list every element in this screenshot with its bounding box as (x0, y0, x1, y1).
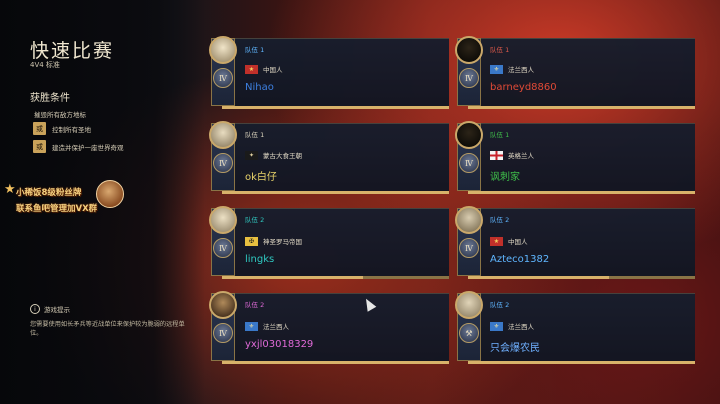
team-label: 队伍 1 (245, 131, 265, 139)
hre-flag-icon: ✠ (245, 236, 258, 246)
or-badge: 或 (33, 140, 46, 153)
civilization-row: ✠ 神圣罗马帝国 (245, 236, 302, 246)
france-flag-icon: ⚜ (490, 321, 503, 331)
civilization-name: 蒙古大食王朝 (263, 152, 302, 160)
civilization-name: 英格兰人 (508, 152, 534, 160)
player-name[interactable]: barneyd8860 (490, 82, 557, 93)
avatar (209, 121, 237, 149)
game-tip-title: 游戏提示 (44, 306, 70, 314)
civilization-name: 中国人 (263, 66, 283, 74)
loading-progress-bar (468, 276, 609, 279)
avatar (455, 291, 483, 319)
game-mode-label: 4V4 标准 (30, 61, 60, 69)
civilization-name: 中国人 (508, 238, 528, 246)
avatar (209, 291, 237, 319)
player-name[interactable]: ok白仔 (245, 168, 277, 183)
team-label: 队伍 2 (245, 216, 265, 224)
victory-condition-wonder: 建造并保护一座世界奇观 (52, 143, 124, 152)
age-medal-icon: Ⅳ (459, 238, 479, 258)
promo-line-1: 小稀饭8级粉丝牌 (16, 188, 82, 198)
victory-condition-row: 或 控制所有圣地 (33, 122, 91, 135)
china-flag-icon: ★ (490, 236, 503, 246)
age-medal-icon: Ⅳ (459, 68, 479, 88)
loading-progress-bar (222, 361, 449, 364)
player-name[interactable]: Azteco1382 (490, 254, 549, 265)
loading-progress-bar (468, 361, 695, 364)
civilization-name: 神圣罗马帝国 (263, 238, 302, 246)
crossed-hammers-icon: ⚒ (459, 323, 479, 343)
england-flag-icon (490, 150, 503, 160)
france-flag-icon: ⚜ (245, 321, 258, 331)
team-label: 队伍 1 (490, 131, 510, 139)
player-name[interactable]: lingks (245, 254, 274, 265)
player-name[interactable]: yxjl03018329 (245, 339, 313, 350)
avatar (455, 36, 483, 64)
fan-badge-icon (96, 180, 124, 208)
france-flag-icon: ⚜ (490, 64, 503, 74)
abbasid-flag-icon: ✦ (245, 150, 258, 160)
avatar (209, 206, 237, 234)
info-icon: i (30, 304, 40, 314)
age-medal-icon: Ⅳ (213, 153, 233, 173)
team-label: 队伍 1 (490, 46, 510, 54)
avatar (455, 121, 483, 149)
game-tip-text: 您需要使用如长矛兵等近战单位来保护较为脆弱的远程单位。 (30, 321, 185, 337)
or-badge: 或 (33, 122, 46, 135)
china-flag-icon: ★ (245, 64, 258, 74)
victory-condition-row: 或 建造并保护一座世界奇观 (33, 140, 124, 153)
victory-condition-sacred-sites: 控制所有圣地 (52, 125, 91, 134)
age-medal-icon: Ⅳ (213, 68, 233, 88)
victory-condition-landmarks: 摧毁所有敌方地标 (34, 111, 86, 119)
victory-conditions-heading: 获胜条件 (30, 93, 70, 104)
team-label: 队伍 2 (490, 216, 510, 224)
age-medal-icon: Ⅳ (459, 153, 479, 173)
civilization-name: 法兰西人 (508, 323, 534, 331)
age-medal-icon: Ⅳ (213, 238, 233, 258)
avatar (209, 36, 237, 64)
civilization-row: 英格兰人 (490, 150, 534, 160)
team-label: 队伍 1 (245, 46, 265, 54)
team-label: 队伍 2 (490, 301, 510, 309)
loading-progress-bar (222, 276, 363, 279)
civilization-name: 法兰西人 (508, 66, 534, 74)
civilization-name: 法兰西人 (263, 323, 289, 331)
promo-line-2: 联系鱼吧管理加VX群 (16, 204, 98, 214)
player-name[interactable]: 讽刺家 (490, 168, 520, 183)
civilization-row: ★ 中国人 (490, 236, 528, 246)
star-icon: ★ (4, 182, 16, 197)
age-medal-icon: Ⅳ (213, 323, 233, 343)
civilization-row: ⚜ 法兰西人 (245, 321, 289, 331)
civilization-row: ✦ 蒙古大食王朝 (245, 150, 302, 160)
civilization-row: ★ 中国人 (245, 64, 283, 74)
team-label: 队伍 2 (245, 301, 265, 309)
civilization-row: ⚜ 法兰西人 (490, 64, 534, 74)
loading-progress-bar (222, 191, 449, 194)
match-info-panel: 快速比赛 4V4 标准 获胜条件 摧毁所有敌方地标 或 控制所有圣地 或 建造并… (0, 0, 205, 404)
loading-progress-bar (222, 106, 449, 109)
player-name[interactable]: 只会爆农民 (490, 339, 540, 354)
avatar (455, 206, 483, 234)
page-title: 快速比赛 (30, 40, 115, 62)
loading-progress-bar (468, 106, 695, 109)
civilization-row: ⚜ 法兰西人 (490, 321, 534, 331)
player-name[interactable]: Nihao (245, 82, 274, 93)
loading-progress-bar (468, 191, 695, 194)
